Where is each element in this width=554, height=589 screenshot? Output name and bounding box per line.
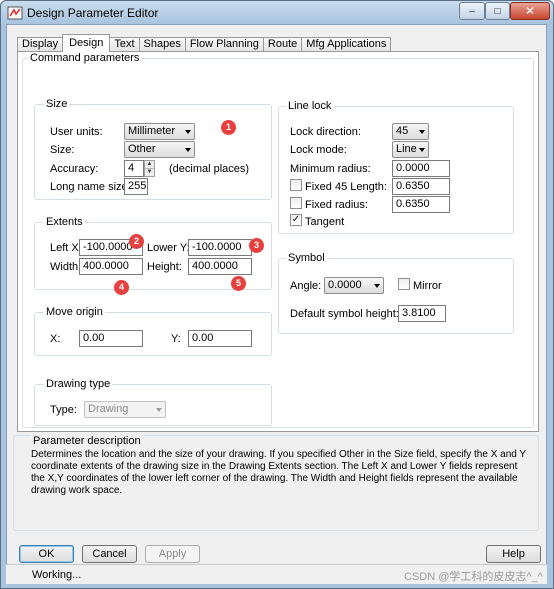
tab-flow-planning[interactable]: Flow Planning: [184, 37, 264, 52]
minimize-button[interactable]: –: [459, 2, 485, 20]
lock-mode-select[interactable]: Line: [392, 141, 429, 158]
annotation-marker-5: 5: [231, 276, 246, 291]
app-icon: [7, 6, 23, 20]
type-label: Type:: [50, 404, 77, 416]
drawing-type-select: Drawing: [84, 401, 166, 418]
lock-direction-select[interactable]: 45: [392, 123, 429, 140]
tangent-label: Tangent: [305, 216, 345, 228]
long-name-size-input[interactable]: 255: [124, 178, 148, 195]
accuracy-input[interactable]: 4: [124, 160, 144, 177]
default-symbol-height-input[interactable]: 3.8100: [398, 305, 446, 322]
line-lock-caption: Line lock: [286, 100, 334, 112]
long-name-size-label: Long name size:: [50, 181, 131, 193]
tab-display[interactable]: Display: [17, 37, 64, 52]
width-input[interactable]: 400.0000: [79, 258, 143, 275]
fixed-45-length-label: Fixed 45 Length:: [305, 181, 387, 193]
accuracy-label: Accuracy:: [50, 163, 99, 175]
angle-label: Angle:: [290, 280, 322, 292]
tab-shapes[interactable]: Shapes: [138, 37, 186, 52]
chevron-down-icon: [185, 130, 191, 134]
height-label: Height:: [147, 261, 182, 273]
lower-y-label: Lower Y:: [147, 242, 190, 254]
size-select[interactable]: Other: [124, 141, 195, 158]
ok-button[interactable]: OK: [19, 545, 74, 563]
fixed-radius-input[interactable]: 0.6350: [392, 196, 450, 213]
fixed-radius-label: Fixed radius:: [305, 199, 368, 211]
annotation-marker-3: 3: [249, 238, 264, 253]
title-bar[interactable]: Design Parameter Editor – □ ✕: [1, 1, 553, 25]
help-button[interactable]: Help: [486, 545, 541, 563]
mirror-label: Mirror: [413, 280, 442, 292]
tab-strip: Display Design Text Shapes Flow Planning…: [17, 34, 392, 52]
maximize-icon: □: [494, 5, 501, 17]
annotation-marker-1: 1: [221, 120, 236, 135]
accuracy-suffix: (decimal places): [169, 163, 250, 175]
apply-button: Apply: [145, 545, 200, 563]
tab-mfg-applications[interactable]: Mfg Applications: [301, 37, 392, 52]
user-units-select[interactable]: Millimeter: [124, 123, 195, 140]
origin-y-label: Y:: [171, 333, 181, 345]
close-button[interactable]: ✕: [510, 2, 550, 20]
tab-text[interactable]: Text: [109, 37, 140, 52]
close-icon: ✕: [524, 4, 536, 18]
tangent-checkbox[interactable]: ✓: [290, 214, 302, 226]
lock-mode-label: Lock mode:: [290, 144, 347, 156]
size-caption: Size: [44, 98, 70, 110]
command-parameters-caption: Command parameters: [28, 52, 142, 64]
parameter-description-caption: Parameter description: [31, 435, 143, 447]
design-tab-panel: Command parameters Size User units: Mill…: [17, 51, 539, 432]
watermark-text: CSDN @学工科的皮皮志^_^: [404, 571, 543, 583]
tab-design[interactable]: Design: [62, 34, 111, 52]
move-origin-caption: Move origin: [44, 306, 105, 318]
minimize-icon: –: [469, 5, 475, 17]
lower-y-input[interactable]: -100.0000: [188, 239, 252, 256]
chevron-down-icon: [374, 284, 380, 288]
dialog-client-area: Display Design Text Shapes Flow Planning…: [6, 24, 547, 584]
fixed-45-length-checkbox[interactable]: [290, 179, 302, 191]
symbol-caption: Symbol: [286, 252, 327, 264]
minimum-radius-label: Minimum radius:: [290, 163, 371, 175]
symbol-group: [278, 258, 514, 334]
annotation-marker-4: 4: [114, 280, 129, 295]
tab-route[interactable]: Route: [262, 37, 303, 52]
width-label: Width:: [50, 261, 82, 273]
user-units-label: User units:: [50, 126, 103, 138]
origin-y-input[interactable]: 0.00: [188, 330, 252, 347]
chevron-down-icon: [156, 408, 162, 412]
cancel-button[interactable]: Cancel: [82, 545, 137, 563]
fixed-radius-checkbox[interactable]: [290, 197, 302, 209]
minimum-radius-input[interactable]: 0.0000: [392, 160, 450, 177]
drawing-type-caption: Drawing type: [44, 378, 113, 390]
maximize-button[interactable]: □: [485, 2, 510, 20]
default-symbol-height-label: Default symbol height:: [290, 308, 399, 320]
extents-caption: Extents: [44, 216, 85, 228]
fixed-45-length-input[interactable]: 0.6350: [392, 178, 450, 195]
left-x-label: Left X:: [50, 242, 82, 254]
mirror-checkbox[interactable]: [398, 278, 410, 290]
chevron-down-icon: [185, 148, 191, 152]
chevron-down-icon: [419, 148, 425, 152]
status-text: Working...: [32, 569, 82, 581]
chevron-down-icon: [419, 130, 425, 134]
origin-x-label: X:: [50, 333, 61, 345]
origin-x-input[interactable]: 0.00: [79, 330, 143, 347]
spin-down-icon[interactable]: ▼: [145, 168, 154, 175]
window-title: Design Parameter Editor: [27, 6, 159, 20]
parameter-description-text: Determines the location and the size of …: [31, 449, 526, 496]
annotation-marker-2: 2: [129, 234, 144, 249]
checkmark-icon: ✓: [291, 214, 301, 225]
lock-direction-label: Lock direction:: [290, 126, 361, 138]
accuracy-spinner[interactable]: ▲ ▼: [144, 160, 155, 177]
height-input[interactable]: 400.0000: [188, 258, 252, 275]
angle-select[interactable]: 0.0000: [324, 277, 384, 294]
spin-up-icon[interactable]: ▲: [145, 161, 154, 168]
size-label: Size:: [50, 144, 75, 156]
